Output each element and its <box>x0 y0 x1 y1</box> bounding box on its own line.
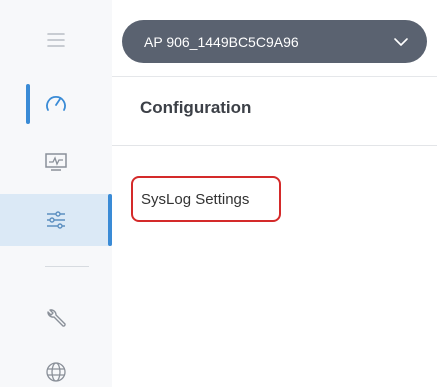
header-top-divider <box>112 76 437 77</box>
speedometer-icon <box>43 93 69 115</box>
sidebar-item-network[interactable] <box>0 352 112 392</box>
device-selector[interactable]: AP 906_1449BC5C9A96 <box>122 20 427 63</box>
globe-icon <box>44 360 68 384</box>
sidebar-divider <box>45 266 89 267</box>
device-selector-label: AP 906_1449BC5C9A96 <box>144 33 299 50</box>
sidebar-item-maintenance[interactable] <box>0 296 112 340</box>
header-divider <box>112 145 437 146</box>
sidebar-item-configuration[interactable] <box>0 194 112 246</box>
wrench-icon <box>44 306 68 330</box>
sliders-icon <box>43 208 69 232</box>
chevron-down-icon <box>393 34 409 50</box>
sidebar-item-monitoring[interactable] <box>0 140 112 184</box>
hamburger-icon <box>45 31 67 49</box>
sidebar-item-dashboard[interactable] <box>0 78 112 130</box>
syslog-settings-label: SysLog Settings <box>141 190 250 208</box>
syslog-settings-link[interactable]: SysLog Settings <box>131 176 281 222</box>
page-title: Configuration <box>140 98 252 117</box>
monitor-chart-icon <box>43 151 69 173</box>
sidebar <box>0 0 112 387</box>
menu-toggle-button[interactable] <box>0 20 112 60</box>
